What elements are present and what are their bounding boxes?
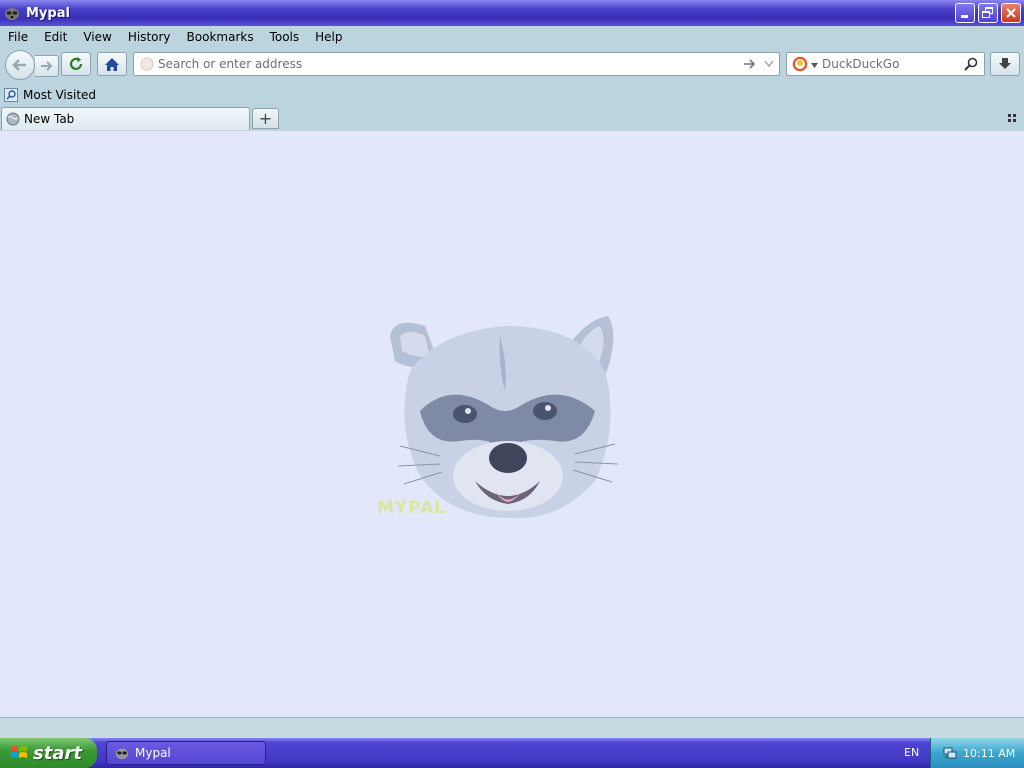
status-bar [0, 717, 1024, 738]
search-icon[interactable] [964, 57, 978, 71]
start-button[interactable]: start [0, 738, 97, 768]
language-indicator[interactable]: EN [904, 746, 919, 759]
restore-button[interactable] [978, 3, 998, 23]
page-content: MYPAL [0, 130, 1024, 717]
menu-view[interactable]: View [75, 30, 119, 44]
back-button[interactable] [5, 50, 35, 80]
url-input[interactable] [158, 56, 728, 72]
bookmarks-toolbar: Most Visited [0, 83, 1024, 106]
new-tab-button[interactable]: + [252, 108, 279, 129]
clock[interactable]: 10:11 AM [963, 747, 1015, 760]
downloads-button[interactable] [990, 52, 1020, 76]
network-icon[interactable] [943, 746, 957, 760]
back-forward-group [5, 50, 61, 80]
reload-icon [69, 57, 83, 70]
download-icon [999, 58, 1011, 69]
search-input[interactable] [822, 56, 962, 72]
menu-bookmarks[interactable]: Bookmarks [179, 30, 262, 44]
plus-icon: + [258, 109, 273, 128]
taskbar: start Mypal EN 10:11 AM [0, 738, 1024, 768]
tab-new-tab[interactable]: New Tab [1, 107, 250, 130]
most-visited-icon [4, 87, 18, 102]
raccoon-icon [5, 8, 19, 20]
forward-button[interactable] [35, 55, 59, 77]
taskbar-item-label: Mypal [135, 746, 171, 760]
page-identity-icon [140, 57, 154, 71]
tab-list-icon[interactable] [1008, 114, 1018, 124]
go-arrow-icon[interactable] [743, 58, 757, 70]
tab-label: New Tab [24, 112, 75, 126]
system-tray: 10:11 AM [930, 738, 1024, 768]
windows-logo-icon [11, 746, 27, 758]
start-label: start [33, 742, 82, 764]
close-button[interactable] [1001, 3, 1021, 23]
forward-arrow-icon [40, 61, 52, 71]
search-bar[interactable] [786, 52, 985, 76]
logo-text: MYPAL [377, 498, 447, 518]
raccoon-icon [115, 748, 129, 760]
bookmark-label: Most Visited [23, 87, 97, 102]
navigation-toolbar [0, 47, 1024, 83]
close-icon [1006, 8, 1016, 18]
dropdown-arrow-icon[interactable] [764, 60, 774, 68]
menu-history[interactable]: History [120, 30, 179, 44]
window-titlebar[interactable]: Mypal [0, 0, 1024, 26]
menu-edit[interactable]: Edit [36, 30, 75, 44]
bookmark-most-visited[interactable]: Most Visited [4, 87, 97, 102]
minimize-button[interactable] [955, 3, 975, 23]
globe-icon [6, 112, 20, 126]
engine-dropdown-icon[interactable] [811, 63, 818, 68]
home-button[interactable] [97, 52, 127, 76]
minimize-icon [961, 15, 968, 18]
menu-file[interactable]: File [0, 30, 36, 44]
home-icon [105, 57, 119, 71]
menu-bar: File Edit View History Bookmarks Tools H… [0, 26, 1024, 47]
reload-button[interactable] [61, 52, 91, 76]
menu-tools[interactable]: Tools [262, 30, 308, 44]
duckduckgo-icon[interactable] [792, 56, 808, 72]
back-arrow-icon [12, 59, 26, 71]
tab-bar: New Tab + [0, 106, 1024, 130]
taskbar-item-mypal[interactable]: Mypal [106, 741, 266, 765]
menu-help[interactable]: Help [307, 30, 350, 44]
url-bar[interactable] [133, 52, 780, 76]
window-title: Mypal [26, 5, 70, 21]
